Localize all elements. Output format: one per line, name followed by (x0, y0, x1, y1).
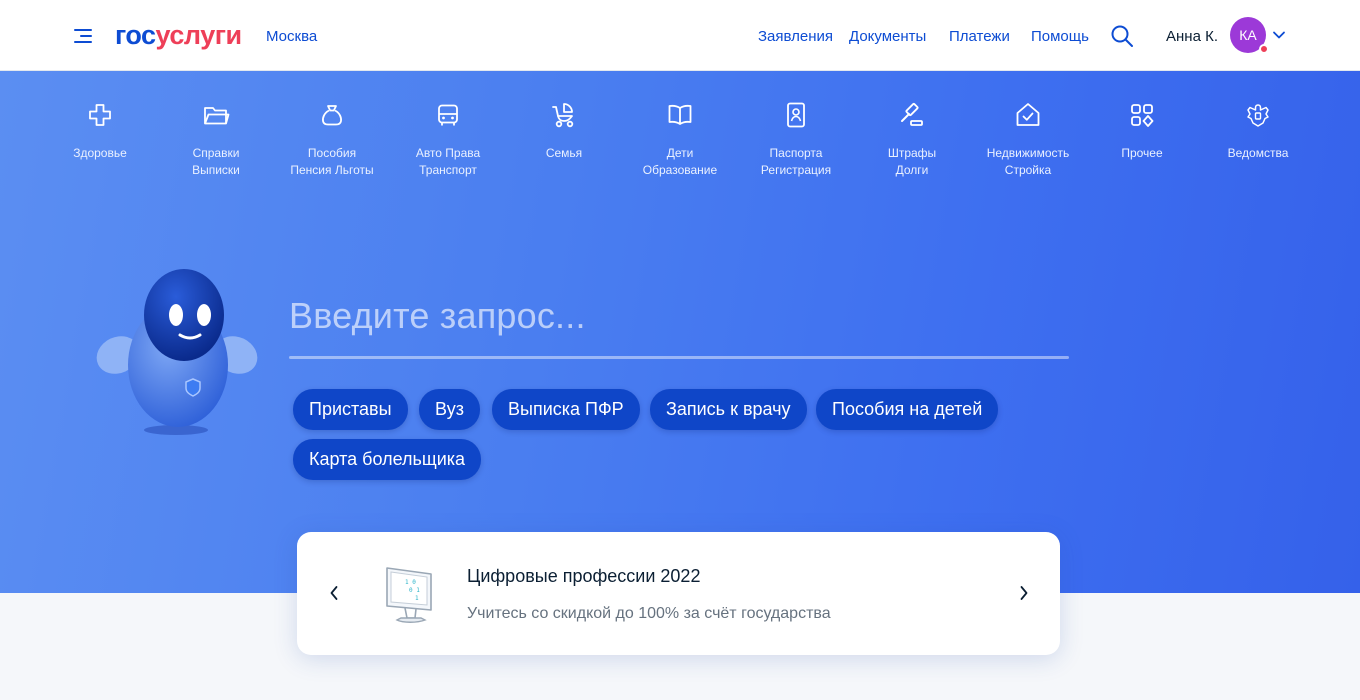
logo-part-gos: гос (115, 20, 156, 50)
chip-university[interactable]: Вуз (419, 389, 481, 430)
category-label-2: Стройка (1004, 163, 1052, 177)
category-label-2: Образование (642, 163, 718, 177)
category-certificates[interactable]: Справки Выписки (158, 101, 274, 179)
category-label-2: Транспорт (419, 163, 477, 177)
category-label-2: Пенсия Льготы (290, 163, 374, 177)
category-label: Справки (192, 146, 240, 160)
computer-monitor-icon: 1 0 0 1 1 (386, 567, 432, 623)
category-label: Авто Права (415, 146, 481, 160)
nav-help[interactable]: Помощь (1031, 28, 1089, 45)
category-label: Ведомства (1227, 146, 1289, 160)
category-label-2: Долги (895, 163, 929, 177)
robot-mascot (96, 269, 258, 435)
search-icon[interactable] (1110, 24, 1134, 48)
category-label: Паспорта (769, 146, 823, 160)
book-icon (668, 104, 692, 125)
hero-section: Здоровье Справки Выписки Пособия Пенсия Ль… (0, 71, 1360, 593)
category-other[interactable]: Прочее (1084, 101, 1200, 162)
category-label-2: Регистрация (760, 163, 832, 177)
nav-documents[interactable]: Документы (849, 28, 926, 45)
gosuslugi-logo[interactable]: госуслуги (115, 20, 242, 51)
svg-text:1: 1 (415, 595, 419, 602)
category-realty[interactable]: Недвижимость Стройка (970, 101, 1086, 179)
category-bar: Здоровье Справки Выписки Пособия Пенсия Ль… (42, 101, 1322, 191)
folder-icon (204, 107, 230, 125)
passport-icon (787, 102, 805, 128)
category-fines[interactable]: Штрафы Долги (854, 101, 970, 179)
user-name[interactable]: Анна К. (1166, 28, 1218, 45)
svg-text:1 0: 1 0 (405, 579, 416, 586)
gavel-icon (901, 103, 923, 126)
category-passport[interactable]: Паспорта Регистрация (738, 101, 854, 179)
top-header: госуслуги Москва Заявления Документы Пла… (0, 0, 1360, 71)
grid-icon (1131, 104, 1154, 127)
chevron-right-icon[interactable] (1017, 584, 1031, 602)
logo-part-uslugi: услуги (155, 20, 243, 50)
category-label: Дети (666, 146, 694, 160)
emblem-icon (1247, 104, 1269, 127)
category-benefits[interactable]: Пособия Пенсия Льготы (274, 101, 390, 179)
category-label: Недвижимость (986, 146, 1070, 160)
nav-payments[interactable]: Платежи (949, 28, 1010, 45)
category-label-2: Выписки (192, 163, 240, 177)
chip-bailiffs[interactable]: Приставы (293, 389, 408, 430)
house-icon (1016, 103, 1040, 126)
promo-title: Цифровые профессии 2022 (467, 566, 701, 586)
chevron-down-icon[interactable] (1272, 28, 1286, 42)
search-input[interactable]: Введите запрос... (289, 295, 586, 337)
search-underline (289, 356, 1069, 359)
stroller-icon (552, 103, 574, 128)
chip-pfr-statement[interactable]: Выписка ПФР (492, 389, 640, 430)
chevron-left-icon[interactable] (327, 584, 341, 602)
nav-applications[interactable]: Заявления (758, 28, 833, 45)
city-selector[interactable]: Москва (266, 28, 317, 45)
category-label: Здоровье (73, 146, 127, 160)
category-label: Семья (545, 146, 583, 160)
category-label: Пособия (307, 146, 357, 160)
notification-dot (1259, 44, 1269, 54)
chip-doctor-appointment[interactable]: Запись к врачу (650, 389, 807, 430)
menu-icon[interactable] (74, 26, 96, 46)
chip-child-benefits[interactable]: Пособия на детей (816, 389, 999, 430)
promo-subtitle: Учитесь со скидкой до 100% за счёт госуд… (467, 605, 831, 622)
category-label: Прочее (1121, 146, 1163, 160)
category-agencies[interactable]: Ведомства (1200, 101, 1316, 162)
chip-fan-card[interactable]: Карта болельщика (293, 439, 482, 480)
car-icon (438, 104, 458, 126)
category-health[interactable]: Здоровье (42, 101, 158, 162)
category-children[interactable]: Дети Образование (622, 101, 738, 179)
health-cross-icon (89, 104, 111, 126)
promo-banner[interactable]: 1 0 0 1 1 Цифровые профессии 2022 Учитес… (297, 532, 1060, 655)
svg-text:0 1: 0 1 (409, 587, 420, 594)
category-label: Штрафы (887, 146, 937, 160)
category-auto[interactable]: Авто Права Транспорт (390, 101, 506, 179)
category-family[interactable]: Семья (506, 101, 622, 162)
money-bag-icon (322, 105, 342, 126)
